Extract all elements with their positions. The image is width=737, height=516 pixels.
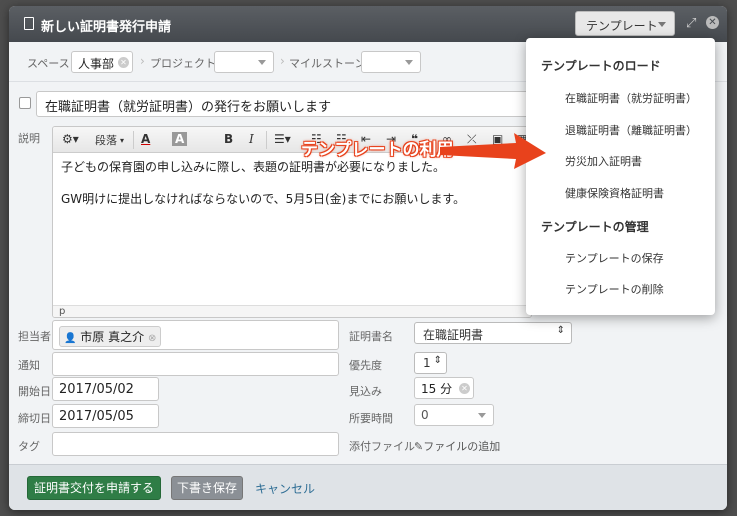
paragraph-dropdown[interactable]: 段落 bbox=[95, 132, 117, 148]
submit-button[interactable]: 証明書交付を申請する bbox=[27, 476, 161, 500]
priority-value: 1 bbox=[423, 356, 431, 370]
chevron-down-icon bbox=[478, 413, 486, 418]
dialog-footer: 証明書交付を申請する 下書き保存 キャンセル bbox=[9, 464, 727, 510]
background-color-button[interactable]: A bbox=[172, 132, 188, 146]
assignee-name: 市原 真之介 bbox=[80, 330, 145, 344]
editor-content[interactable]: 子どもの保育園の申し込みに際し、表題の証明書が必要になりました。 GW明けに提出… bbox=[61, 157, 465, 209]
project-label: プロジェクト bbox=[150, 57, 216, 70]
cancel-link[interactable]: キャンセル bbox=[255, 480, 315, 497]
certificate-select[interactable]: 在職証明書 ⇕ bbox=[414, 322, 572, 344]
template-item[interactable]: 在職証明書（就労証明書） bbox=[565, 90, 697, 106]
close-icon[interactable]: ✕ bbox=[706, 16, 719, 29]
document-icon bbox=[24, 17, 34, 30]
notify-field[interactable] bbox=[52, 352, 339, 376]
estimate-field[interactable]: 15 分 ✕ bbox=[414, 377, 474, 399]
save-draft-button[interactable]: 下書き保存 bbox=[171, 476, 243, 500]
template-item[interactable]: 退職証明書（離職証明書） bbox=[565, 122, 697, 138]
priority-label: 優先度 bbox=[349, 359, 382, 372]
toolbar-divider bbox=[133, 131, 134, 149]
updown-icon: ⇕ bbox=[433, 355, 442, 366]
bold-button[interactable]: B bbox=[224, 132, 233, 146]
manage-heading: テンプレートの管理 bbox=[541, 220, 649, 234]
assignee-field[interactable]: 👤 市原 真之介 ⊗ bbox=[52, 320, 339, 350]
template-button[interactable]: テンプレート bbox=[575, 11, 675, 36]
assignee-label: 担当者 bbox=[18, 330, 51, 343]
certificate-value: 在職証明書 bbox=[423, 328, 484, 342]
chevron-down-icon bbox=[658, 22, 666, 27]
dialog-title: 新しい証明書発行申請 bbox=[41, 20, 172, 35]
estimate-value: 15 分 bbox=[421, 382, 453, 396]
editor-line: GW明けに提出しなければならないので、5月5日(金)までにお願いします。 bbox=[61, 192, 466, 206]
callout-label: テンプレートの利用 bbox=[301, 140, 454, 160]
milestone-label: マイルストーン bbox=[289, 57, 366, 70]
subject-input[interactable]: 在職証明書（就労証明書）の発行をお願いします bbox=[36, 91, 531, 117]
align-icon[interactable]: ☰▾ bbox=[274, 132, 291, 146]
editor-status-bar: p bbox=[53, 305, 531, 317]
dialog-titlebar: 新しい証明書発行申請 テンプレート ⤢ ✕ bbox=[9, 6, 727, 42]
chevron-down-icon bbox=[258, 60, 266, 65]
user-icon: 👤 bbox=[64, 333, 77, 344]
notify-label: 通知 bbox=[18, 359, 40, 372]
expand-icon[interactable]: ⤢ bbox=[686, 16, 696, 31]
callout-arrow-icon bbox=[440, 133, 546, 169]
editor-line: 子どもの保育園の申し込みに際し、表題の証明書が必要になりました。 bbox=[61, 160, 446, 174]
chevron-down-icon bbox=[405, 60, 413, 65]
project-select[interactable] bbox=[214, 51, 274, 73]
required-time-select[interactable]: 0 bbox=[414, 404, 494, 426]
template-item[interactable]: 健康保険資格証明書 bbox=[565, 185, 664, 201]
remove-icon[interactable]: ✕ bbox=[459, 383, 470, 394]
attachment-label: 添付ファイル bbox=[349, 440, 415, 453]
required-time-value: 0 bbox=[421, 408, 429, 422]
estimate-label: 見込み bbox=[349, 385, 382, 398]
space-chip: 人事部 bbox=[78, 57, 115, 71]
font-color-button[interactable]: A bbox=[141, 132, 150, 146]
template-menu: テンプレートのロード 在職証明書（就労証明書） 退職証明書（離職証明書） 労災加… bbox=[526, 38, 715, 315]
delete-template-item[interactable]: テンプレートの削除 bbox=[565, 281, 664, 297]
due-date-input[interactable]: 2017/05/05 bbox=[52, 404, 159, 428]
subject-checkbox[interactable] bbox=[19, 97, 31, 109]
space-field[interactable]: 人事部 ✕ bbox=[71, 51, 133, 73]
load-heading: テンプレートのロード bbox=[541, 59, 661, 73]
remove-icon[interactable]: ✕ bbox=[118, 57, 129, 68]
chevron-right-icon: › bbox=[280, 54, 285, 68]
required-time-label: 所要時間 bbox=[349, 412, 393, 425]
description-label: 説明 bbox=[18, 132, 40, 145]
due-date-label: 締切日 bbox=[18, 412, 51, 425]
start-date-input[interactable]: 2017/05/02 bbox=[52, 377, 159, 401]
paperclip-icon: ✎ bbox=[414, 440, 424, 453]
add-file-link[interactable]: ✎ファイルの追加 bbox=[414, 438, 500, 454]
space-label: スペース bbox=[27, 57, 70, 70]
chevron-right-icon: › bbox=[140, 54, 145, 68]
template-item[interactable]: 労災加入証明書 bbox=[565, 153, 642, 169]
assignee-chip: 👤 市原 真之介 ⊗ bbox=[59, 326, 162, 347]
remove-icon[interactable]: ⊗ bbox=[148, 333, 156, 344]
certificate-label: 証明書名 bbox=[349, 330, 393, 343]
save-template-item[interactable]: テンプレートの保存 bbox=[565, 250, 664, 266]
start-date-label: 開始日 bbox=[18, 385, 51, 398]
tag-label: タグ bbox=[18, 440, 40, 453]
chevron-down-icon: ▾ bbox=[120, 136, 125, 145]
priority-select[interactable]: 1 ⇕ bbox=[414, 352, 447, 374]
milestone-select[interactable] bbox=[361, 51, 421, 73]
gear-icon[interactable]: ⚙▾ bbox=[62, 132, 79, 146]
italic-button[interactable]: I bbox=[249, 132, 254, 146]
template-button-label: テンプレート bbox=[586, 19, 658, 33]
updown-icon: ⇕ bbox=[556, 325, 565, 336]
tag-field[interactable] bbox=[52, 432, 339, 456]
toolbar-divider bbox=[266, 131, 267, 149]
